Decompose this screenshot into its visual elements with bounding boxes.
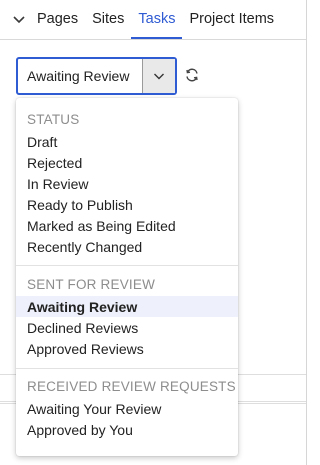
task-filter-value[interactable]: Awaiting Review — [18, 59, 142, 93]
group-label-sent-for-review: SENT FOR REVIEW — [27, 277, 156, 292]
menu-item-approved-by-you[interactable]: Approved by You — [16, 419, 238, 440]
menu-item-declined-reviews[interactable]: Declined Reviews — [16, 317, 238, 338]
menu-item-marked-as-being-edited[interactable]: Marked as Being Edited — [16, 215, 238, 236]
menu-item-recently-changed[interactable]: Recently Changed — [16, 236, 238, 257]
task-filter-toggle[interactable] — [142, 59, 175, 93]
menu-separator — [16, 265, 238, 266]
menu-separator — [16, 368, 238, 369]
refresh-icon — [186, 68, 198, 82]
chevron-down-icon — [13, 16, 25, 24]
tab-pages[interactable]: Pages — [30, 0, 85, 39]
menu-item-ready-to-publish[interactable]: Ready to Publish — [16, 194, 238, 215]
chevron-down-icon — [154, 73, 164, 80]
collapse-button[interactable] — [0, 0, 30, 39]
task-filter-select[interactable]: Awaiting Review — [16, 57, 177, 95]
refresh-button[interactable] — [183, 66, 201, 84]
menu-item-rejected[interactable]: Rejected — [16, 152, 238, 173]
tab-bar: Pages Sites Tasks Project Items — [0, 0, 306, 40]
menu-item-awaiting-review[interactable]: Awaiting Review — [16, 296, 238, 317]
menu-item-approved-reviews[interactable]: Approved Reviews — [16, 338, 238, 359]
tab-sites[interactable]: Sites — [85, 0, 131, 39]
menu-item-awaiting-your-review[interactable]: Awaiting Your Review — [16, 398, 238, 419]
group-label-received-review-requests: RECEIVED REVIEW REQUESTS — [27, 379, 236, 394]
task-filter-menu: STATUS Draft Rejected In Review Ready to… — [16, 98, 238, 456]
menu-item-in-review[interactable]: In Review — [16, 173, 238, 194]
menu-item-draft[interactable]: Draft — [16, 131, 238, 152]
group-label-status: STATUS — [27, 112, 80, 127]
tab-project-items[interactable]: Project Items — [182, 0, 281, 39]
tab-tasks[interactable]: Tasks — [131, 0, 183, 39]
tasks-panel: Pages Sites Tasks Project Items Awaiting… — [0, 0, 307, 465]
